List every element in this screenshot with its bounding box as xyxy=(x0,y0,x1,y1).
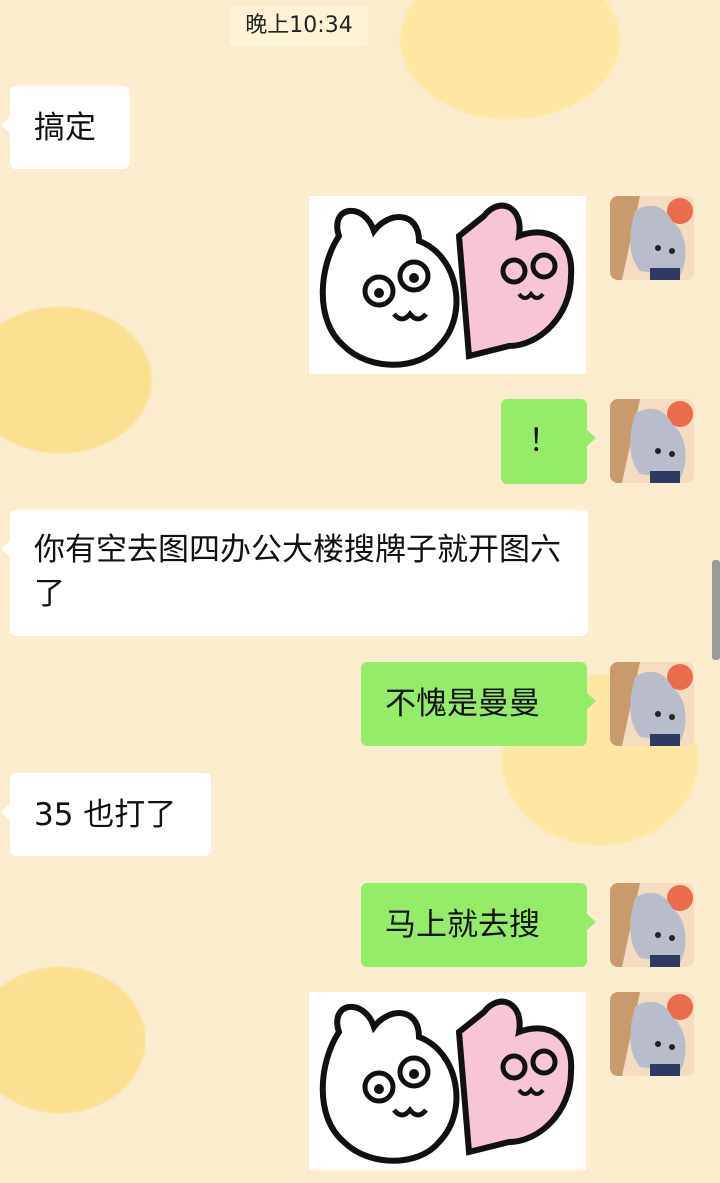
message-text: 马上就去搜 xyxy=(385,907,540,943)
sticker-message[interactable] xyxy=(309,992,586,1170)
message-text: 你有空去图四办公大楼搜牌子就开图六了 xyxy=(34,532,561,612)
bunny-avatar-icon xyxy=(610,196,694,280)
incoming-message-bubble[interactable]: 搞定 xyxy=(1,86,130,169)
bunny-avatar-icon xyxy=(610,399,694,483)
incoming-message-bubble[interactable]: 35 也打了 xyxy=(1,773,211,856)
bunny-avatar-icon xyxy=(610,662,694,746)
scrollbar[interactable] xyxy=(712,560,720,660)
my-avatar[interactable] xyxy=(610,883,694,967)
my-avatar[interactable] xyxy=(610,662,694,746)
message-text: ！ xyxy=(528,423,560,459)
message-text: 搞定 xyxy=(34,110,96,146)
outgoing-message-bubble[interactable]: 马上就去搜 xyxy=(361,883,596,967)
sticker-message[interactable] xyxy=(309,196,586,374)
bunny-avatar-icon xyxy=(610,883,694,967)
my-avatar[interactable] xyxy=(610,399,694,483)
my-avatar[interactable] xyxy=(610,992,694,1076)
bunny-hug-sticker xyxy=(309,196,586,374)
outgoing-message-bubble[interactable]: 不愧是曼曼 xyxy=(361,662,596,746)
bunny-hug-sticker xyxy=(309,992,586,1170)
bunny-avatar-icon xyxy=(610,992,694,1076)
message-text: 35 也打了 xyxy=(34,797,177,833)
message-text: 不愧是曼曼 xyxy=(385,686,540,722)
message-timestamp: 晚上10:34 xyxy=(230,6,368,46)
outgoing-message-bubble[interactable]: ！ xyxy=(501,399,596,484)
my-avatar[interactable] xyxy=(610,196,694,280)
incoming-message-bubble[interactable]: 你有空去图四办公大楼搜牌子就开图六了 xyxy=(1,510,588,636)
